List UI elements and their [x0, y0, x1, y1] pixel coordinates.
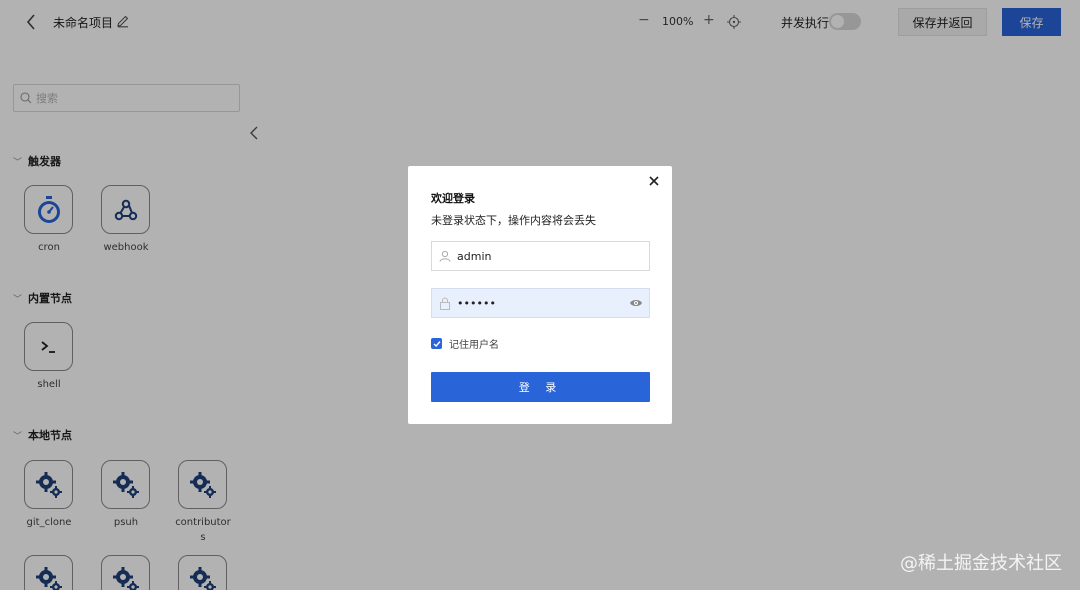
username-field[interactable] [431, 241, 650, 271]
login-button[interactable]: 登 录 [431, 372, 650, 402]
remember-username[interactable]: 记住用户名 [431, 336, 499, 351]
remember-checkbox[interactable] [431, 338, 442, 349]
user-icon [439, 250, 451, 262]
username-input[interactable] [457, 249, 627, 263]
lock-icon [440, 297, 450, 310]
watermark: @稀土掘金技术社区 [900, 553, 1062, 574]
close-icon[interactable] [647, 174, 661, 188]
login-modal: 欢迎登录 未登录状态下，操作内容将会丢失 记住用户名 登 录 [408, 166, 672, 424]
password-field[interactable] [431, 288, 650, 318]
modal-title: 欢迎登录 [431, 192, 475, 205]
remember-label: 记住用户名 [449, 340, 499, 351]
password-input[interactable] [457, 296, 627, 310]
eye-icon[interactable] [629, 297, 643, 309]
modal-subtitle: 未登录状态下，操作内容将会丢失 [431, 214, 596, 227]
check-icon [433, 340, 441, 347]
